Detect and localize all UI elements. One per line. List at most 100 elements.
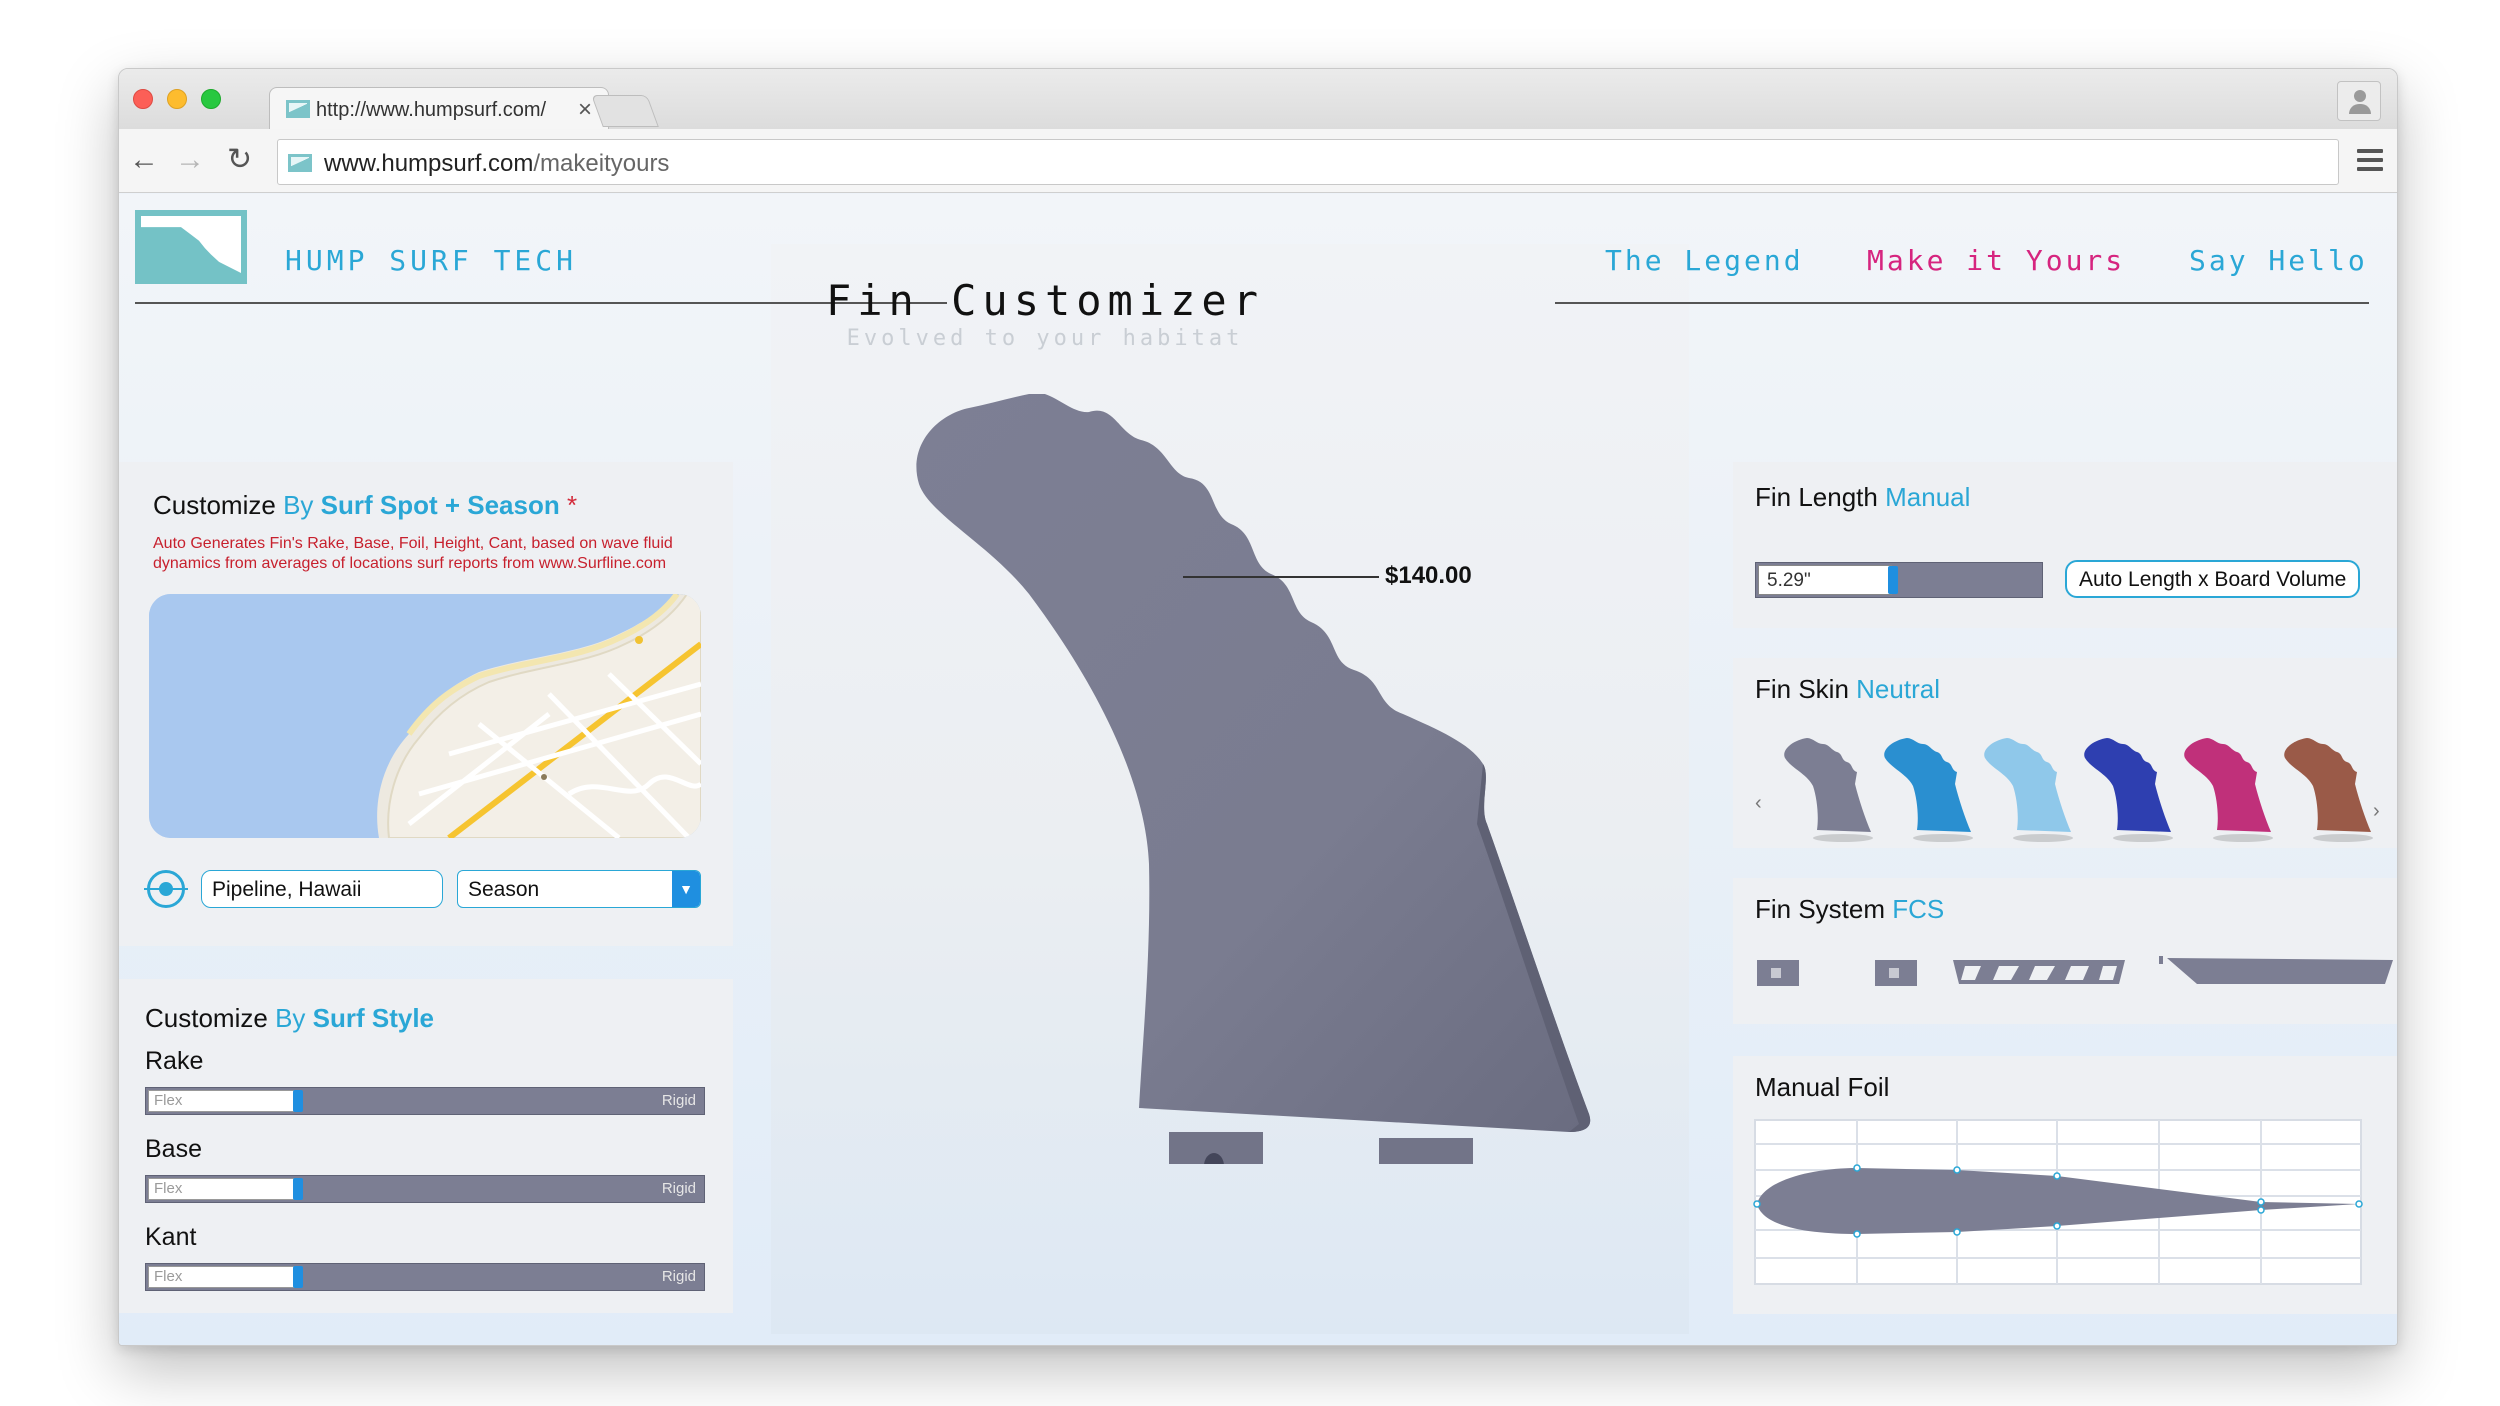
fin-3d-preview[interactable]: [879, 394, 1699, 1164]
surf-spot-map[interactable]: [149, 594, 701, 838]
back-arrow-icon[interactable]: ←: [129, 145, 159, 175]
slider-min-label: Flex: [154, 1180, 183, 1197]
slider-rake[interactable]: Flex Rigid: [145, 1087, 705, 1115]
system-selected: FCS: [1892, 894, 1945, 924]
brand-name[interactable]: HUMP SURF TECH: [285, 244, 577, 277]
slider-max-label: Rigid: [661, 1092, 696, 1109]
close-window-button[interactable]: [133, 89, 153, 109]
skin-fin-shape: [1784, 738, 1871, 832]
nav-the-legend[interactable]: The Legend: [1605, 244, 1804, 277]
skin-carousel: [1784, 738, 2373, 842]
slider-label-kant: Kant: [145, 1223, 197, 1251]
title-by: By: [283, 490, 314, 520]
hump-surf-logo[interactable]: [135, 210, 247, 284]
title-prefix: Customize: [153, 490, 276, 520]
fin-system-long-box[interactable]: [2159, 956, 2393, 984]
season-value: Season: [468, 878, 540, 901]
menu-hamburger-icon[interactable]: [2357, 149, 2383, 171]
reload-icon[interactable]: ↻: [227, 145, 252, 175]
skin-option-magenta[interactable]: [2184, 738, 2273, 842]
slider-base[interactable]: Flex Rigid: [145, 1175, 705, 1203]
slider-thumb[interactable]: [1888, 566, 1898, 594]
fin-body[interactable]: [916, 394, 1591, 1132]
fin-system-dual-tab[interactable]: [1875, 960, 1917, 986]
profile-icon[interactable]: [2337, 81, 2381, 121]
tab-close-icon[interactable]: ×: [578, 96, 592, 124]
site-favicon-icon: [288, 154, 312, 172]
address-text[interactable]: www.humpsurf.com/makeityours: [324, 150, 669, 178]
title-highlight: Surf Spot + Season: [320, 490, 560, 520]
fin-length-title: Fin Length Manual: [1755, 482, 1970, 513]
page-content: HUMP SURF TECH The Legend Make it Yours …: [119, 194, 2397, 1345]
page-title: Fin Customizer: [825, 276, 1264, 325]
manual-foil-title: Manual Foil: [1755, 1072, 1890, 1102]
description-line: dynamics from averages of locations surf…: [153, 555, 667, 572]
skin-next-icon[interactable]: ›: [2373, 800, 2380, 823]
slider-kant[interactable]: Flex Rigid: [145, 1263, 705, 1291]
title-by: By: [275, 1003, 306, 1033]
forward-arrow-icon[interactable]: →: [175, 145, 205, 175]
surf-style-title: Customize By Surf Style: [145, 1003, 434, 1034]
skin-option-sky-pastel[interactable]: [1984, 738, 2073, 842]
tab-bar: http://www.humpsurf.com/ ×: [119, 69, 2397, 131]
slider-min-label: Flex: [154, 1092, 183, 1109]
fin-price: $140.00: [1385, 562, 1472, 589]
skin-fin-shape: [2084, 738, 2171, 832]
skin-prev-icon[interactable]: ‹: [1755, 792, 1762, 815]
slider-max-label: Rigid: [661, 1268, 696, 1285]
tab-title: http://www.humpsurf.com/: [316, 99, 547, 121]
fin-length-slider[interactable]: 5.29": [1755, 562, 2043, 598]
url-host: www.humpsurf.com: [324, 150, 534, 177]
skin-option-deep-blue[interactable]: [2084, 738, 2173, 842]
locate-target-icon[interactable]: [144, 870, 188, 908]
skin-fin-shape: [1984, 738, 2071, 832]
location-input[interactable]: Pipeline, Hawaii: [201, 870, 443, 908]
slider-label-rake: Rake: [145, 1047, 204, 1075]
minimize-window-button[interactable]: [167, 89, 187, 109]
slider-max-label: Rigid: [661, 1180, 696, 1197]
fin-skin-title: Fin Skin Neutral: [1755, 674, 1940, 705]
zoom-window-button[interactable]: [201, 89, 221, 109]
nav-make-it-yours[interactable]: Make it Yours: [1867, 244, 2125, 277]
title-label: Fin Skin: [1755, 674, 1849, 704]
chevron-down-icon[interactable]: ▼: [672, 871, 700, 907]
skin-option-coral-rust[interactable]: [2284, 738, 2373, 842]
address-bar[interactable]: www.humpsurf.com/makeityours: [277, 139, 2339, 185]
skin-option-neutral[interactable]: [1784, 738, 1873, 842]
fin-system-box[interactable]: [1953, 960, 2125, 984]
slider-thumb[interactable]: [293, 1090, 303, 1112]
fin-system-title: Fin System FCS: [1755, 894, 1944, 925]
header-divider-right: [1555, 302, 2369, 304]
title-highlight: Surf Style: [312, 1003, 435, 1033]
slider-thumb[interactable]: [293, 1266, 303, 1288]
url-path: /makeityours: [533, 150, 670, 177]
page-subtitle: Evolved to your habitat: [846, 326, 1244, 351]
description-line: Auto Generates Fin's Rake, Base, Foil, H…: [153, 535, 673, 552]
fin-system-single-tab[interactable]: [1757, 960, 1799, 986]
browser-tab[interactable]: http://www.humpsurf.com/ ×: [269, 87, 609, 131]
slider-label-base: Base: [145, 1135, 202, 1163]
skin-fin-shape: [2184, 738, 2271, 832]
title-prefix: Customize: [145, 1003, 268, 1033]
skin-option-blue-wave[interactable]: [1884, 738, 1973, 842]
manual-foil-panel: Manual Foil: [1733, 1056, 2397, 1314]
season-select[interactable]: Season ▼: [457, 870, 701, 908]
price-leader-line: [1183, 576, 1379, 578]
title-label: Fin System: [1755, 894, 1886, 924]
length-mode: Manual: [1885, 482, 1971, 512]
fin-length-value[interactable]: 5.29": [1758, 565, 1892, 595]
fin-length-panel: Fin Length Manual 5.29" Auto Length x Bo…: [1733, 462, 2397, 628]
slider-min-label: Flex: [154, 1268, 183, 1285]
new-tab-button[interactable]: [591, 95, 659, 127]
slider-thumb[interactable]: [293, 1178, 303, 1200]
nav-say-hello[interactable]: Say Hello: [2189, 244, 2368, 277]
foil-editor[interactable]: [1753, 1118, 2373, 1298]
required-star: *: [566, 490, 578, 520]
fin-system-panel: Fin System FCS: [1733, 878, 2397, 1024]
title-label: Fin Length: [1755, 482, 1878, 512]
skin-selected: Neutral: [1856, 674, 1940, 704]
skin-fin-shape: [2284, 738, 2371, 832]
surf-style-panel: Customize By Surf Style Rake Flex Rigid Bas…: [119, 979, 733, 1313]
auto-length-button[interactable]: Auto Length x Board Volume: [2065, 560, 2361, 598]
browser-toolbar: ← → ↻ www.humpsurf.com/makeityours: [119, 129, 2397, 193]
